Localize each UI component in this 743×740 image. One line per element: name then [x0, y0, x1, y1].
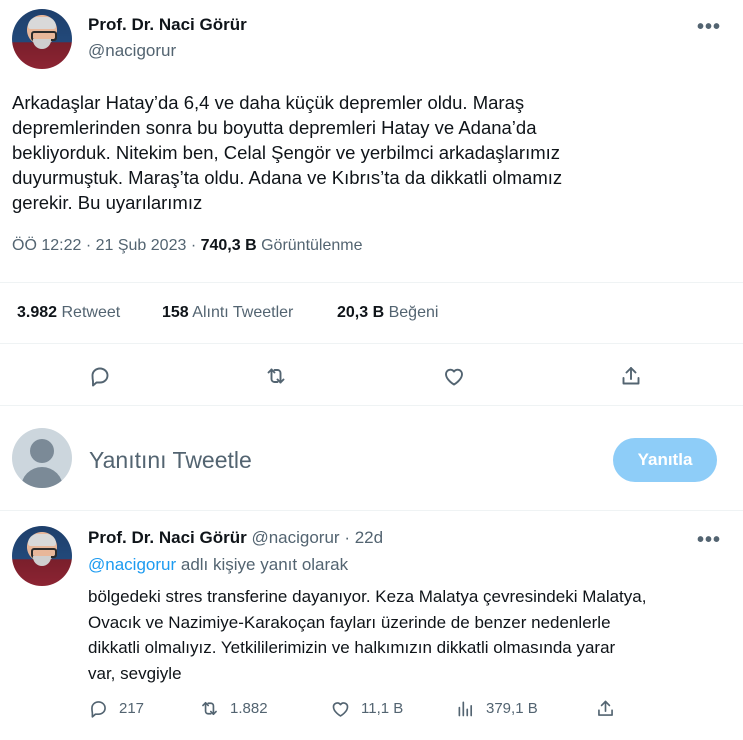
reply-more-options-icon[interactable]: •••: [697, 529, 721, 552]
reply-text-line: var, sevgiyle: [88, 663, 182, 683]
reply-icon: [91, 367, 109, 387]
avatar-beard: [33, 39, 51, 49]
views-icon: [458, 701, 473, 717]
quotes-label: Alıntı Tweetler: [192, 304, 294, 321]
reply-replies-count: 217: [119, 700, 145, 717]
author-name[interactable]: Prof. Dr. Naci Görür: [88, 15, 247, 35]
like-icon: [445, 368, 463, 386]
reply-likes-count: 11,1 B: [361, 700, 404, 717]
avatar-hair: [28, 17, 56, 29]
reply-icon: [91, 701, 106, 718]
reply-age[interactable]: 22d: [355, 528, 383, 547]
meta-separator: ·: [85, 237, 92, 254]
reply-submit-button[interactable]: Yanıtla: [613, 438, 717, 482]
reply-retweet-button[interactable]: 1.882: [199, 698, 268, 719]
reply-text: bölgedeki stres transferine dayanıyor. K…: [88, 584, 738, 686]
reply-views-button[interactable]: 379,1 B: [455, 698, 538, 719]
replying-to-handle[interactable]: @nacigorur: [88, 555, 176, 574]
retweets-count: 3.982: [17, 304, 58, 321]
quotes-count: 158: [162, 304, 189, 321]
meta-separator: ·: [190, 237, 197, 254]
reply-like-button[interactable]: 11,1 B: [330, 698, 403, 719]
reply-reply-button[interactable]: 217: [88, 698, 144, 719]
reply-author-avatar[interactable]: [12, 526, 72, 586]
reply-header: Prof. Dr. Naci Görür @nacigorur · 22d: [88, 528, 383, 548]
replying-to-suffix: adlı kişiye yanıt olarak: [180, 555, 349, 574]
author-avatar[interactable]: [12, 9, 72, 69]
reply-text-line: dikkatli olmalıyız. Yetkililerimizin ve …: [88, 638, 616, 657]
reply-text-line: bölgedeki stres transferine dayanıyor. K…: [88, 587, 647, 606]
tweet-date[interactable]: 21 Şub 2023: [96, 237, 187, 254]
tweet-text: Arkadaşlar Hatay’da 6,4 ve daha küçük de…: [12, 90, 702, 215]
reply-separator: ·: [344, 528, 350, 547]
retweet-icon: [202, 701, 217, 716]
reply-author-name[interactable]: Prof. Dr. Naci Görür: [88, 528, 247, 547]
quotes-stat[interactable]: 158 Alıntı Tweetler: [162, 304, 293, 322]
tweet-meta: ÖÖ 12:22 · 21 Şub 2023 · 740,3 B Görüntü…: [12, 237, 362, 255]
share-icon: [598, 700, 613, 716]
reply-retweets-count: 1.882: [230, 700, 268, 717]
views-count: 740,3 B: [200, 237, 257, 254]
reply-share-button[interactable]: [595, 698, 616, 719]
retweet-button[interactable]: [259, 359, 293, 393]
like-button[interactable]: [437, 359, 471, 393]
author-handle[interactable]: @nacigorur: [88, 41, 176, 61]
tweet-time[interactable]: ÖÖ 12:22: [12, 237, 81, 254]
more-options-icon[interactable]: •••: [697, 16, 721, 39]
retweets-label: Retweet: [61, 304, 121, 321]
avatar-beard: [33, 556, 51, 566]
avatar-body: [21, 467, 63, 488]
retweet-icon: [267, 368, 285, 384]
divider: [0, 282, 743, 283]
retweets-stat[interactable]: 3.982 Retweet: [17, 304, 120, 322]
reply-views-count: 379,1 B: [486, 700, 538, 717]
likes-count: 20,3 B: [337, 304, 385, 321]
reply-button[interactable]: [83, 359, 117, 393]
reply-input[interactable]: Yanıtını Tweetle: [89, 447, 252, 474]
likes-label: Beğeni: [388, 304, 439, 321]
avatar-head: [30, 439, 54, 463]
reply-text-line: Ovacık ve Nazimiye-Karakoçan fayları üze…: [88, 612, 611, 632]
replying-to: @nacigorur adlı kişiye yanıt olarak: [88, 555, 348, 575]
current-user-avatar[interactable]: [12, 428, 72, 488]
tweet-text-line: gerekir. Bu uyarılarımız: [12, 192, 203, 213]
avatar-hair: [28, 534, 56, 546]
share-icon: [622, 367, 640, 385]
tweet-text-line: depremlerinden sonra bu boyutta depremle…: [12, 117, 537, 138]
divider: [0, 405, 743, 406]
tweet-text-line: bekliyorduk. Nitekim ben, Celal Şengör v…: [12, 142, 561, 163]
likes-stat[interactable]: 20,3 B Beğeni: [337, 304, 438, 322]
like-icon: [332, 702, 349, 717]
divider: [0, 343, 743, 344]
tweet-text-line: Arkadaşlar Hatay’da 6,4 ve daha küçük de…: [12, 92, 525, 113]
reply-author-handle[interactable]: @nacigorur: [251, 528, 339, 547]
tweet-text-line: duyurmuştuk. Maraş’ta oldu. Adana ve Kıb…: [12, 167, 563, 188]
divider: [0, 510, 743, 511]
share-button[interactable]: [614, 359, 648, 393]
views-label: Görüntülenme: [261, 237, 363, 254]
